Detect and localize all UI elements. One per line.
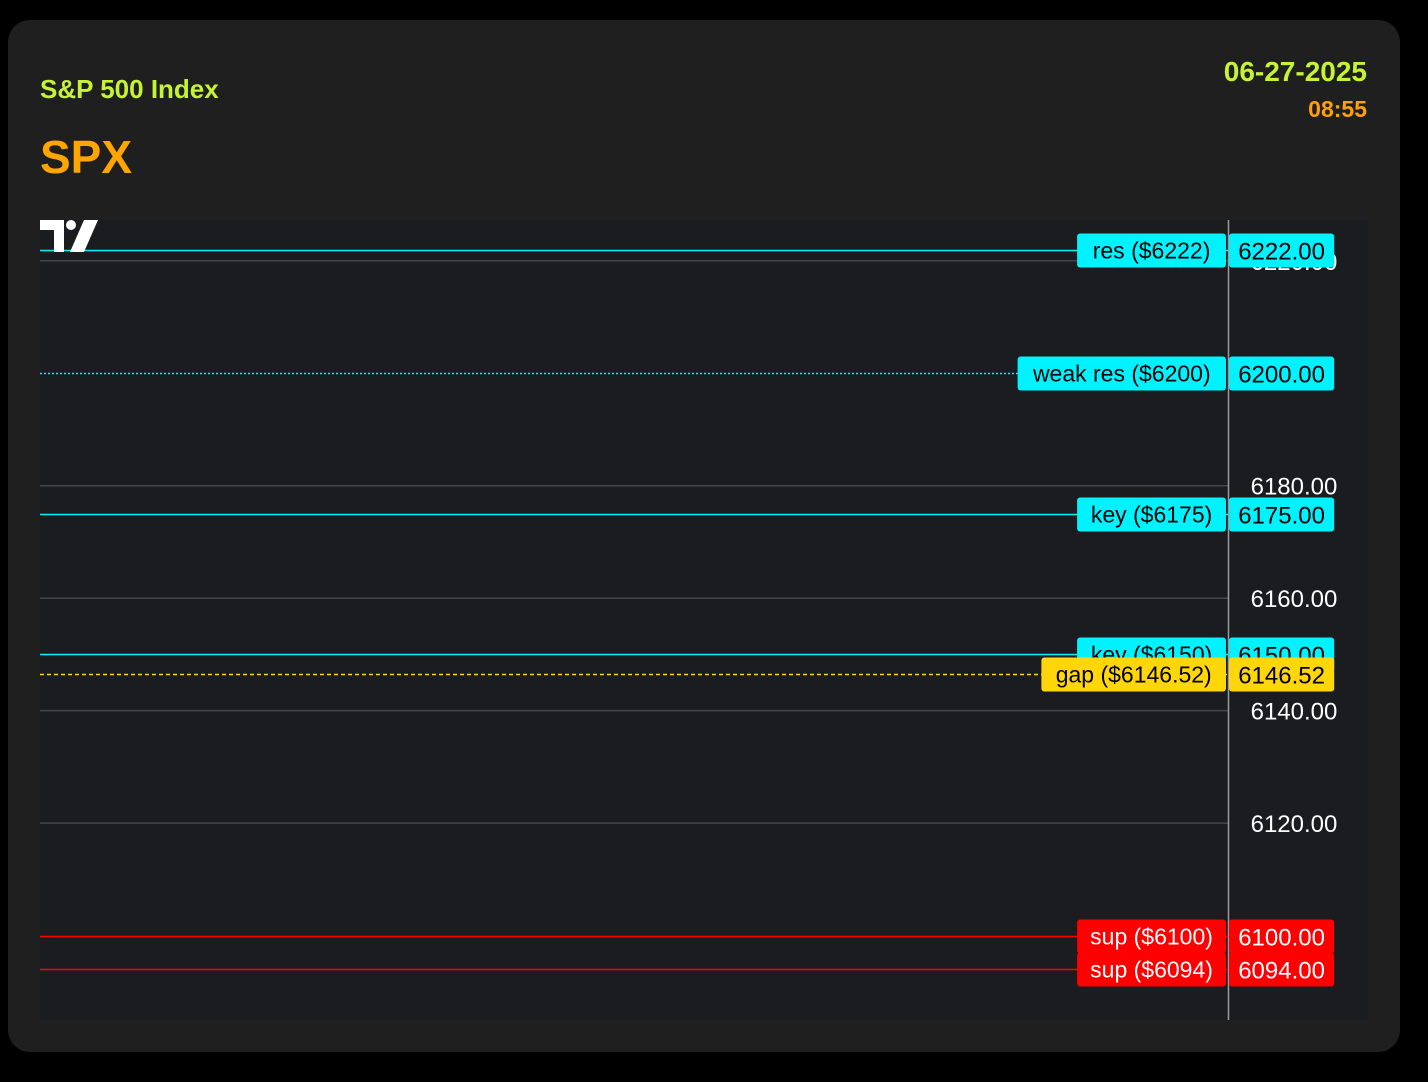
price-tag: 6222.00 [1238, 239, 1325, 266]
price-tag: 6146.52 [1238, 663, 1325, 690]
price-tag: 6100.00 [1238, 925, 1325, 952]
index-name: S&P 500 Index [40, 74, 219, 104]
level-label: sup ($6100) [1090, 924, 1213, 950]
chart-card: S&P 500 Index SPX 06-27-2025 08:55 6120.… [8, 20, 1400, 1052]
chart-canvas[interactable]: 6120.006140.006160.006180.006220.00res (… [40, 220, 1368, 1020]
y-tick-label: 6180.00 [1251, 474, 1338, 501]
level-label: weak res ($6200) [1032, 361, 1211, 387]
y-tick-label: 6140.00 [1251, 699, 1338, 726]
price-tag: 6175.00 [1238, 503, 1325, 530]
price-chart[interactable]: 6120.006140.006160.006180.006220.00res (… [40, 220, 1368, 1020]
y-tick-label: 6120.00 [1251, 811, 1338, 838]
level-label: key ($6175) [1091, 502, 1212, 528]
price-tag: 6094.00 [1238, 958, 1325, 985]
date-label: 06-27-2025 [1223, 56, 1367, 87]
y-tick-label: 6160.00 [1251, 586, 1338, 613]
price-tag: 6200.00 [1238, 362, 1325, 389]
tradingview-logo-icon[interactable] [40, 220, 102, 252]
level-label: gap ($6146.52) [1056, 662, 1212, 688]
level-label: sup ($6094) [1090, 957, 1213, 983]
ticker-symbol: SPX [40, 131, 133, 183]
level-label: res ($6222) [1093, 238, 1211, 264]
time-label: 08:55 [1308, 96, 1367, 122]
